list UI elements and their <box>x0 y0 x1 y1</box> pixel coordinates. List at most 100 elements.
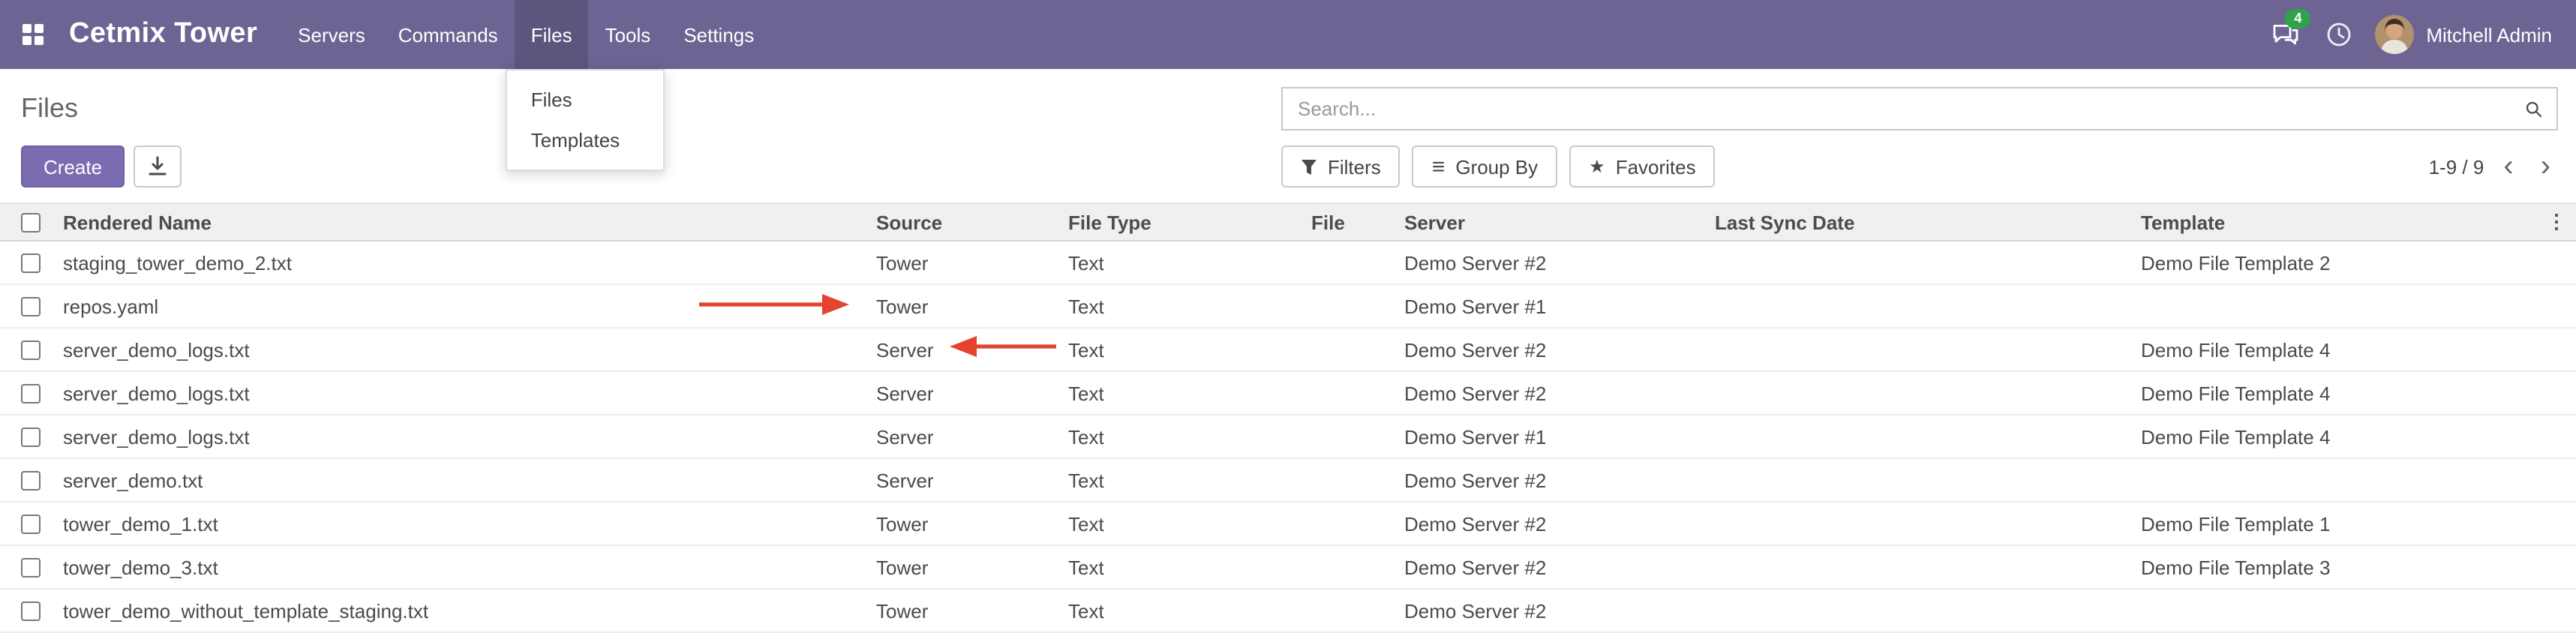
menu-files[interactable]: Files Files Templates <box>515 0 589 69</box>
export-button[interactable] <box>134 146 182 188</box>
filter-group: Filters ≡ Group By ★ Favorites <box>1281 146 1716 188</box>
cell-file-type: Text <box>1059 425 1302 448</box>
cell-rendered-name: tower_demo_1.txt <box>54 512 867 535</box>
column-header-file-type[interactable]: File Type <box>1059 211 1302 233</box>
row-checkbox[interactable] <box>21 383 41 403</box>
nav-left: Cetmix Tower Servers Commands Files File… <box>0 0 770 69</box>
cell-rendered-name: tower_demo_without_template_staging.txt <box>54 599 867 622</box>
table-row[interactable]: staging_tower_demo_2.txtTowerTextDemo Se… <box>0 242 2576 285</box>
nav-right: 4 Mitchell Admin <box>2258 0 2576 69</box>
row-checkbox[interactable] <box>21 427 41 446</box>
group-by-button[interactable]: ≡ Group By <box>1413 146 1557 188</box>
dropdown-item-templates[interactable]: Templates <box>507 120 663 160</box>
cell-server: Demo Server #1 <box>1395 425 1706 448</box>
apps-menu-button[interactable] <box>0 0 66 69</box>
table-header-row: Rendered Name Source File Type File Serv… <box>0 202 2576 242</box>
cell-file-type: Text <box>1059 599 1302 622</box>
column-header-file[interactable]: File <box>1302 211 1395 233</box>
menu-servers[interactable]: Servers <box>281 0 382 69</box>
cell-rendered-name: server_demo_logs.txt <box>54 425 867 448</box>
dropdown-item-files[interactable]: Files <box>507 80 663 120</box>
pager-next-button[interactable]: › <box>2533 152 2558 182</box>
top-navbar: Cetmix Tower Servers Commands Files File… <box>0 0 2576 69</box>
search-submit-button[interactable] <box>2516 92 2552 128</box>
user-menu[interactable]: Mitchell Admin <box>2366 15 2561 54</box>
download-icon <box>147 156 168 177</box>
menu-tools[interactable]: Tools <box>589 0 668 69</box>
cell-template: Demo File Template 1 <box>2132 512 2537 535</box>
cell-source: Server <box>867 469 1059 491</box>
column-header-source[interactable]: Source <box>867 211 1059 233</box>
table-row[interactable]: server_demo_logs.txtServerTextDemo Serve… <box>0 372 2576 416</box>
cell-template: Demo File Template 4 <box>2132 382 2537 404</box>
avatar <box>2375 15 2414 54</box>
cell-server: Demo Server #2 <box>1395 338 1706 361</box>
cell-rendered-name: tower_demo_3.txt <box>54 556 867 578</box>
cell-source: Tower <box>867 599 1059 622</box>
search-icon <box>2525 98 2543 122</box>
row-checkbox-cell <box>0 383 54 403</box>
cell-rendered-name: repos.yaml <box>54 295 867 317</box>
menu-files-label: Files <box>531 23 572 46</box>
row-checkbox[interactable] <box>21 601 41 620</box>
cell-file-type: Text <box>1059 338 1302 361</box>
cell-file-type: Text <box>1059 512 1302 535</box>
app-brand[interactable]: Cetmix Tower <box>66 0 281 69</box>
row-checkbox[interactable] <box>21 514 41 533</box>
menu-settings[interactable]: Settings <box>667 0 770 69</box>
star-icon: ★ <box>1589 158 1605 176</box>
filters-label: Filters <box>1328 155 1381 178</box>
app-window: Cetmix Tower Servers Commands Files File… <box>0 0 2576 626</box>
table-row[interactable]: tower_demo_3.txtTowerTextDemo Server #2D… <box>0 546 2576 590</box>
filters-button[interactable]: Filters <box>1281 146 1401 188</box>
create-button[interactable]: Create <box>21 146 125 188</box>
select-all-checkbox[interactable] <box>21 212 41 232</box>
column-header-last-sync-date[interactable]: Last Sync Date <box>1706 211 2132 233</box>
cell-rendered-name: server_demo.txt <box>54 469 867 491</box>
table-row[interactable]: server_demo_logs.txtServerTextDemo Serve… <box>0 328 2576 372</box>
row-checkbox-cell <box>0 557 54 577</box>
cell-rendered-name: server_demo_logs.txt <box>54 382 867 404</box>
user-name: Mitchell Admin <box>2426 23 2552 46</box>
cell-file-type: Text <box>1059 469 1302 491</box>
menu-commands[interactable]: Commands <box>382 0 515 69</box>
group-by-label: Group By <box>1455 155 1538 178</box>
optional-columns-toggle[interactable]: ⋮ <box>2537 210 2576 234</box>
cell-rendered-name: staging_tower_demo_2.txt <box>54 251 867 274</box>
cell-source: Tower <box>867 556 1059 578</box>
row-checkbox[interactable] <box>21 470 41 490</box>
table-row[interactable]: repos.yamlTowerTextDemo Server #1 <box>0 285 2576 328</box>
row-checkbox[interactable] <box>21 296 41 316</box>
cell-source: Server <box>867 425 1059 448</box>
column-header-template[interactable]: Template <box>2132 211 2537 233</box>
filter-funnel-icon <box>1301 158 1317 175</box>
table-row[interactable]: tower_demo_1.txtTowerTextDemo Server #2D… <box>0 502 2576 546</box>
row-checkbox-cell <box>0 601 54 620</box>
row-checkbox[interactable] <box>21 557 41 577</box>
row-checkbox[interactable] <box>21 253 41 272</box>
favorites-button[interactable]: ★ Favorites <box>1569 146 1715 188</box>
messages-button[interactable]: 4 <box>2258 0 2312 69</box>
clock-icon <box>2325 21 2352 48</box>
search-tools: Filters ≡ Group By ★ Favorites 1-9 / 9 ‹… <box>1281 146 2558 188</box>
cell-server: Demo Server #2 <box>1395 382 1706 404</box>
row-checkbox-cell <box>0 470 54 490</box>
cell-file-type: Text <box>1059 251 1302 274</box>
table-row[interactable]: tower_demo_without_template_staging.txtT… <box>0 590 2576 633</box>
cell-server: Demo Server #2 <box>1395 251 1706 274</box>
row-checkbox[interactable] <box>21 340 41 359</box>
table-body: staging_tower_demo_2.txtTowerTextDemo Se… <box>0 242 2576 633</box>
files-dropdown-menu: Files Templates <box>506 69 665 171</box>
column-header-server[interactable]: Server <box>1395 211 1706 233</box>
pager: 1-9 / 9 ‹ › <box>2429 152 2558 182</box>
table-row[interactable]: server_demo.txtServerTextDemo Server #2 <box>0 459 2576 502</box>
pager-previous-button[interactable]: ‹ <box>2496 152 2520 182</box>
cell-file-type: Text <box>1059 295 1302 317</box>
table-row[interactable]: server_demo_logs.txtServerText Demo Serve… <box>0 416 2576 459</box>
cell-source: Server <box>867 338 1059 361</box>
search-input[interactable] <box>1281 87 2558 130</box>
column-header-rendered-name[interactable]: Rendered Name <box>54 211 867 233</box>
cell-server: Demo Server #2 <box>1395 512 1706 535</box>
activities-button[interactable] <box>2312 0 2366 69</box>
cell-server: Demo Server #1 <box>1395 295 1706 317</box>
